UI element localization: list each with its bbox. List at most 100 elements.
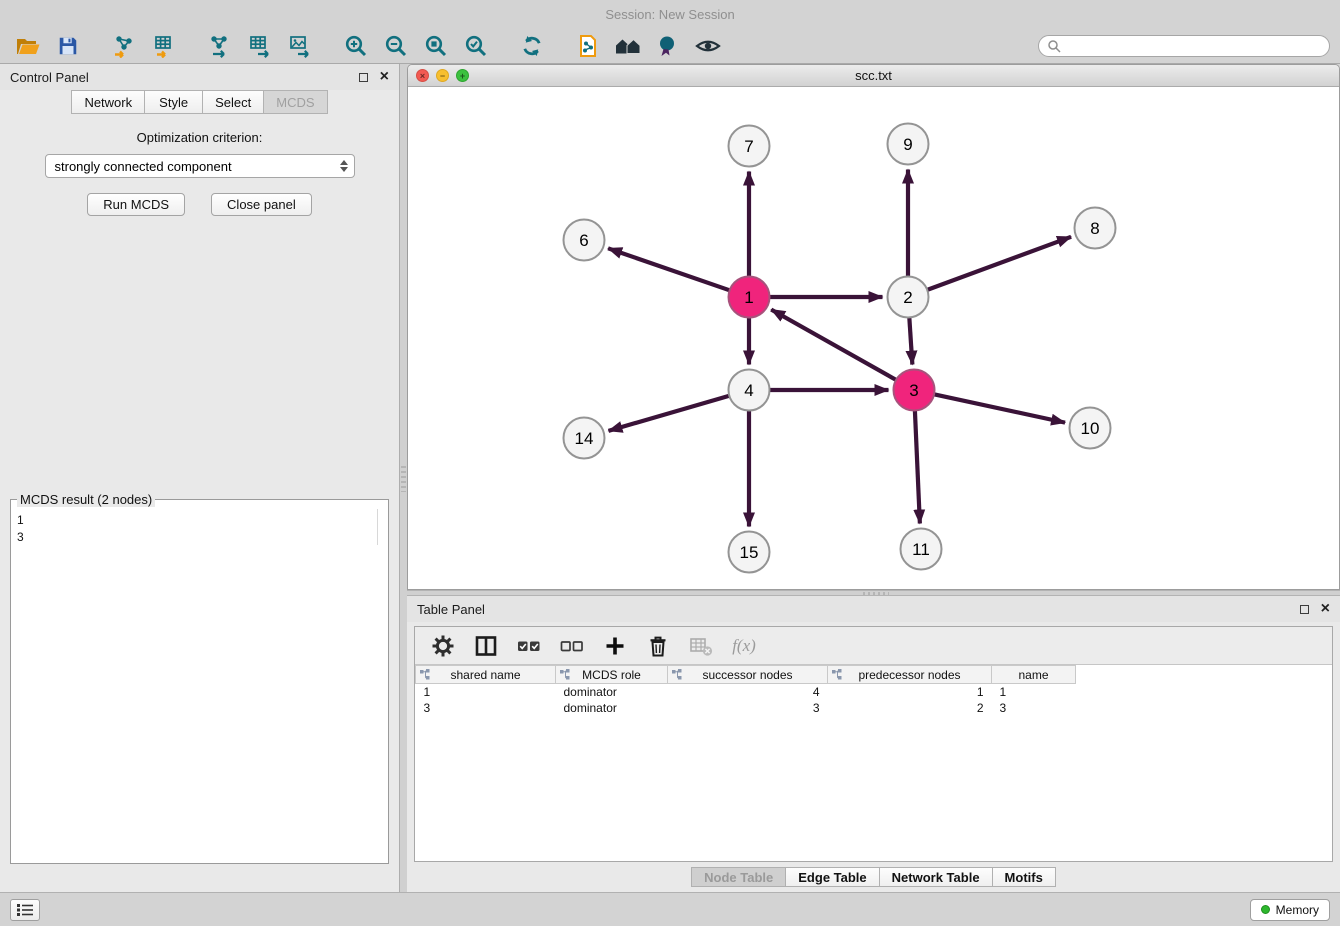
tab-mcds[interactable]: MCDS (264, 90, 327, 114)
share-document-button[interactable] (570, 31, 606, 61)
export-network-button[interactable] (202, 31, 238, 61)
control-panel-title: Control Panel (10, 70, 359, 85)
graph-node-7[interactable]: 7 (729, 126, 770, 167)
paint-style-button[interactable] (650, 31, 686, 61)
column-header-name[interactable]: name (992, 666, 1076, 684)
graph-node-3[interactable]: 3 (894, 370, 935, 411)
mcds-result-item: 3 (17, 529, 382, 546)
import-network-button[interactable] (106, 31, 142, 61)
tab-node-table[interactable]: Node Table (691, 867, 786, 887)
graph-node-14[interactable]: 14 (564, 418, 605, 459)
float-panel-icon[interactable] (359, 73, 368, 82)
eye-button[interactable] (690, 31, 726, 61)
graph-edge-2-3[interactable] (909, 317, 912, 364)
home-icon (615, 35, 641, 57)
tab-edge-table[interactable]: Edge Table (786, 867, 879, 887)
open-session-button[interactable] (10, 31, 46, 61)
graph-node-2[interactable]: 2 (888, 277, 929, 318)
graph-node-1[interactable]: 1 (729, 277, 770, 318)
export-table-button[interactable] (242, 31, 278, 61)
open-folder-icon (15, 35, 41, 57)
tab-style[interactable]: Style (145, 90, 203, 114)
graph-node-label: 4 (744, 381, 753, 400)
fx-icon: f(x) (732, 636, 756, 656)
list-icon (16, 903, 34, 917)
task-history-button[interactable] (10, 899, 40, 921)
network-window-title: scc.txt (855, 68, 892, 83)
memory-button[interactable]: Memory (1250, 899, 1330, 921)
close-panel-button[interactable]: Close panel (211, 193, 312, 216)
export-image-button[interactable] (282, 31, 318, 61)
column-header-predecessor-nodes[interactable]: predecessor nodes (828, 666, 992, 684)
graph-node-4[interactable]: 4 (729, 370, 770, 411)
cell-shared-name: 1 (416, 684, 556, 700)
import-table-button[interactable] (146, 31, 182, 61)
graph-node-label: 15 (740, 543, 759, 562)
main-toolbar (0, 28, 1340, 64)
zoom-fit-button[interactable] (418, 31, 454, 61)
close-window-icon[interactable]: × (416, 69, 429, 82)
graph-edge-1-6[interactable] (608, 248, 730, 290)
graph-node-8[interactable]: 8 (1075, 208, 1116, 249)
home-button[interactable] (610, 31, 646, 61)
show-columns-button[interactable] (472, 632, 500, 660)
column-header-shared-name[interactable]: shared name (416, 666, 556, 684)
tab-network-table[interactable]: Network Table (880, 867, 993, 887)
add-column-button[interactable] (601, 632, 629, 660)
run-mcds-button[interactable]: Run MCDS (87, 193, 185, 216)
float-panel-icon[interactable] (1300, 605, 1309, 614)
zoom-in-button[interactable] (338, 31, 374, 61)
table-settings-button[interactable] (429, 632, 457, 660)
graph-node-11[interactable]: 11 (901, 529, 942, 570)
graph-edge-3-10[interactable] (934, 394, 1065, 422)
close-panel-icon[interactable]: × (1321, 601, 1330, 617)
delete-table-button[interactable] (687, 632, 715, 660)
network-view-window: × − + scc.txt 7 9 6 8 1 2 4 3 14 10 15 (407, 64, 1340, 590)
graph-edge-3-1[interactable] (771, 310, 896, 380)
table-row[interactable]: 3 dominator 3 2 3 (416, 700, 1076, 716)
eye-icon (695, 35, 721, 57)
graph-node-15[interactable]: 15 (729, 532, 770, 573)
search-input[interactable] (1066, 39, 1321, 53)
minimize-window-icon[interactable]: − (436, 69, 449, 82)
graph-edge-4-14[interactable] (608, 396, 729, 431)
mcds-panel-body: Optimization criterion: strongly connect… (0, 114, 399, 892)
window-title: Session: New Session (605, 7, 734, 22)
zoom-selected-button[interactable] (458, 31, 494, 61)
splitter-grip (863, 592, 889, 595)
column-header-successor-nodes[interactable]: successor nodes (668, 666, 828, 684)
horizontal-splitter[interactable] (407, 590, 1340, 596)
graph-node-10[interactable]: 10 (1070, 408, 1111, 449)
graph-node-label: 8 (1090, 219, 1099, 238)
tab-network[interactable]: Network (71, 90, 145, 114)
result-scrollbar[interactable] (377, 509, 386, 545)
zoom-window-icon[interactable]: + (456, 69, 469, 82)
close-panel-icon[interactable]: × (380, 69, 389, 85)
graph-edge-3-11[interactable] (915, 410, 920, 523)
tab-motifs[interactable]: Motifs (993, 867, 1056, 887)
network-canvas[interactable]: 7 9 6 8 1 2 4 3 14 10 15 11 (408, 87, 1339, 589)
function-builder-button[interactable]: f(x) (730, 632, 758, 660)
table-row[interactable]: 1 dominator 4 1 1 (416, 684, 1076, 700)
graph-node-6[interactable]: 6 (564, 220, 605, 261)
graph-node-label: 11 (912, 540, 930, 559)
table-frame: f(x) shared (414, 626, 1333, 862)
deselect-all-columns-button[interactable] (558, 632, 586, 660)
delete-column-button[interactable] (644, 632, 672, 660)
cell-name: 1 (992, 684, 1076, 700)
save-session-button[interactable] (50, 31, 86, 61)
cell-successor-nodes: 3 (668, 700, 828, 716)
zoom-selected-icon (464, 34, 488, 58)
graph-node-9[interactable]: 9 (888, 124, 929, 165)
tab-select[interactable]: Select (203, 90, 264, 114)
optimization-dropdown[interactable]: strongly connected component (45, 154, 355, 178)
cell-name: 3 (992, 700, 1076, 716)
refresh-button[interactable] (514, 31, 550, 61)
vertical-splitter[interactable] (400, 64, 407, 892)
graph-edge-2-8[interactable] (927, 237, 1071, 290)
column-header-mcds-role[interactable]: MCDS role (556, 666, 668, 684)
status-bar: Memory (0, 892, 1340, 926)
window-controls: × − + (416, 69, 469, 82)
select-all-columns-button[interactable] (515, 632, 543, 660)
zoom-out-button[interactable] (378, 31, 414, 61)
